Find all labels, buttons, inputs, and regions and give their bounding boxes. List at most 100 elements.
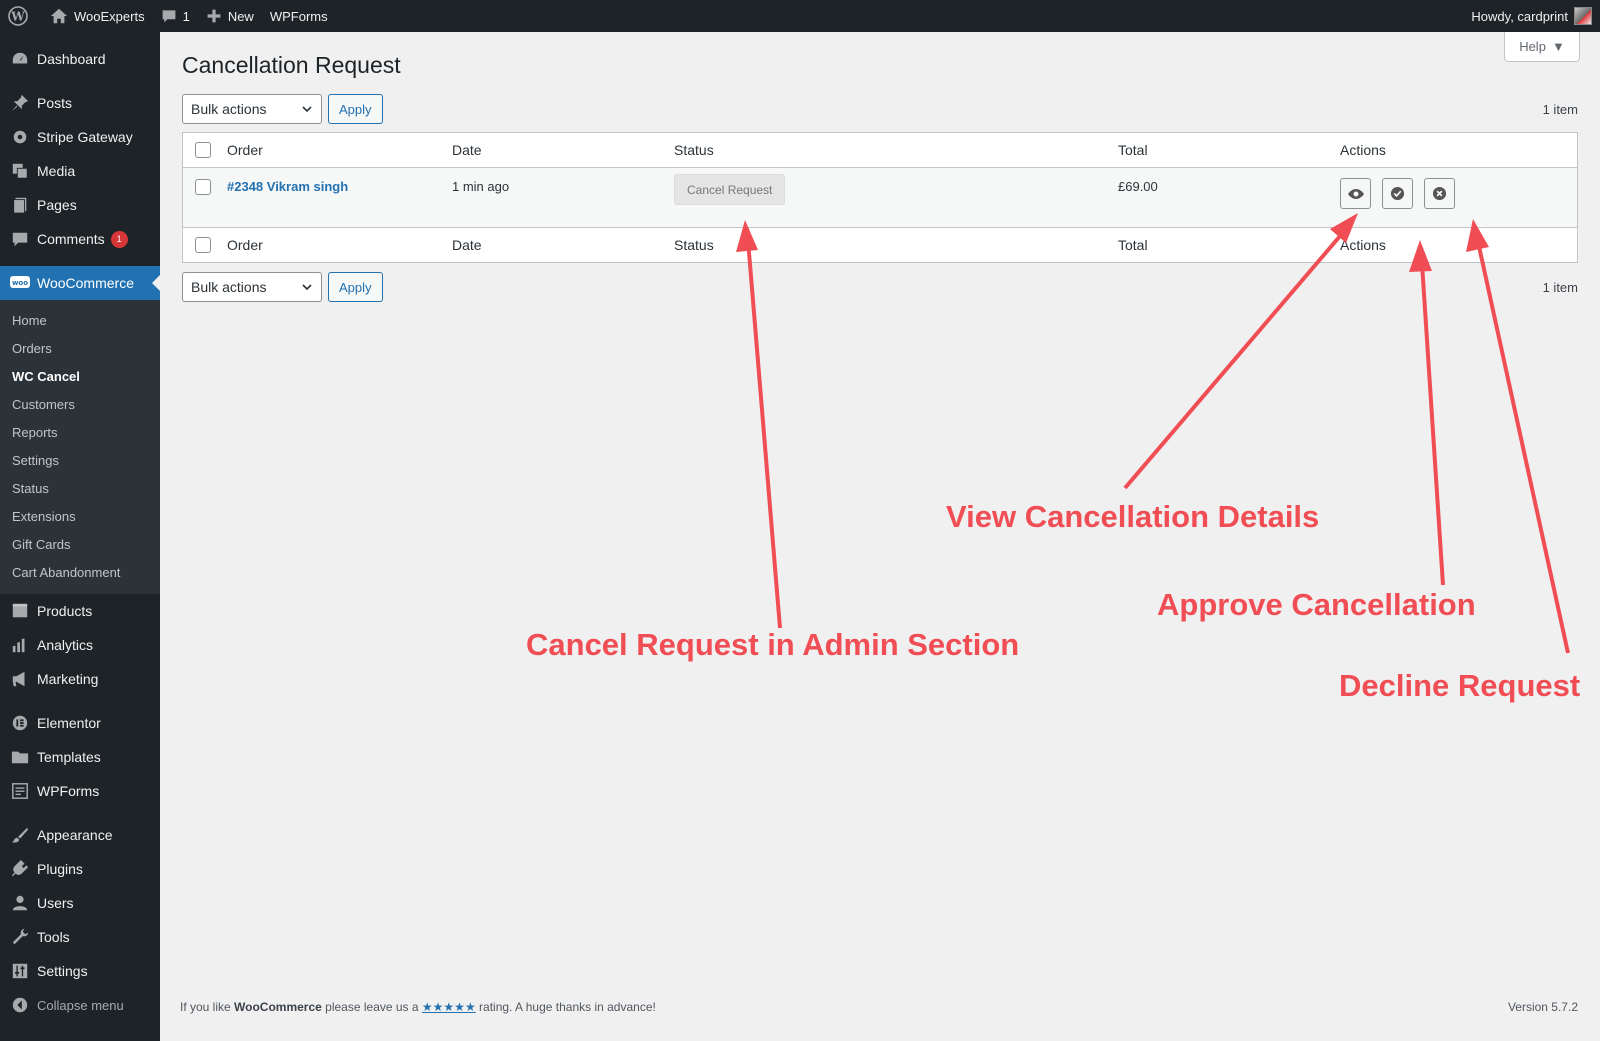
decline-button[interactable]	[1424, 178, 1455, 209]
comments-link[interactable]: 1	[153, 0, 198, 32]
wpforms-label: WPForms	[269, 8, 328, 24]
rating-stars-link[interactable]: ★★★★★	[422, 1000, 476, 1014]
howdy-text: Howdy, cardprint	[1471, 8, 1568, 24]
collapse-menu-button[interactable]: Collapse menu	[0, 988, 160, 1022]
sidebar-item-label: Templates	[37, 749, 101, 765]
submenu-item-reports[interactable]: Reports	[0, 419, 160, 447]
page-title: Cancellation Request	[182, 52, 401, 78]
sidebar-item-dashboard[interactable]: Dashboard	[0, 42, 160, 76]
submenu-item-extensions[interactable]: Extensions	[0, 503, 160, 531]
sidebar-item-products[interactable]: Products	[0, 594, 160, 628]
sidebar-item-label: Comments	[37, 231, 105, 247]
form-icon	[12, 783, 28, 799]
column-header-order: Order	[227, 142, 263, 158]
elementor-icon	[12, 715, 28, 731]
sidebar-item-settings[interactable]: Settings	[0, 954, 160, 988]
order-date: 1 min ago	[452, 179, 510, 194]
submenu-item-cart-abandonment[interactable]: Cart Abandonment	[0, 559, 160, 587]
user-icon	[12, 895, 28, 911]
wordpress-logo[interactable]: W	[0, 0, 42, 32]
eye-icon	[1347, 188, 1364, 199]
submenu-item-gift-cards[interactable]: Gift Cards	[0, 531, 160, 559]
submenu-item-home[interactable]: Home	[0, 307, 160, 335]
submenu-item-orders[interactable]: Orders	[0, 335, 160, 363]
view-details-button[interactable]	[1340, 178, 1371, 209]
help-tab-button[interactable]: Help ▼	[1504, 32, 1580, 62]
site-name: WooExperts	[74, 8, 145, 24]
sidebar-item-label: Appearance	[37, 827, 113, 843]
sidebar-item-label: Marketing	[37, 671, 99, 687]
pushpin-icon	[11, 94, 29, 112]
admin-sidebar: Dashboard Posts Stripe Gateway Media Pag…	[0, 32, 160, 1041]
megaphone-icon	[12, 671, 25, 687]
site-name-link[interactable]: WooExperts	[42, 0, 153, 32]
collapse-menu-label: Collapse menu	[37, 997, 124, 1013]
sidebar-item-tools[interactable]: Tools	[0, 920, 160, 954]
sidebar-item-label: Elementor	[37, 715, 101, 731]
comment-bubble-icon	[12, 232, 28, 247]
wpforms-link[interactable]: WPForms	[262, 0, 336, 32]
sidebar-item-marketing[interactable]: Marketing	[0, 662, 160, 696]
sidebar-item-wpforms[interactable]: WPForms	[0, 774, 160, 808]
bulk-actions-select-top[interactable]: Bulk actions	[182, 94, 322, 124]
submenu-item-settings[interactable]: Settings	[0, 447, 160, 475]
sidebar-item-woocommerce[interactable]: woo WooCommerce	[0, 266, 160, 300]
comments-count: 1	[182, 8, 190, 24]
sidebar-item-label: Analytics	[37, 637, 94, 653]
table-footer-row: Order Date Status Total Actions	[183, 227, 1577, 262]
table-header-row: Order Date Status Total Actions	[183, 133, 1577, 168]
sidebar-item-label: Media	[37, 163, 76, 179]
sidebar-item-media[interactable]: Media	[0, 154, 160, 188]
svg-text:woo: woo	[12, 279, 28, 287]
annotation-cancel-request: Cancel Request in Admin Section	[526, 627, 1020, 662]
bulk-actions-select-bottom[interactable]: Bulk actions	[182, 272, 322, 302]
woo-icon: woo	[10, 276, 30, 288]
footer-text-pre: If you like	[180, 1000, 235, 1014]
my-account[interactable]: Howdy, cardprint	[1471, 7, 1600, 25]
sidebar-item-templates[interactable]: Templates	[0, 740, 160, 774]
comments-badge: 1	[110, 230, 128, 248]
submenu-item-wc-cancel[interactable]: WC Cancel	[0, 363, 160, 391]
column-footer-total: Total	[1118, 237, 1148, 253]
sidebar-item-elementor[interactable]: Elementor	[0, 706, 160, 740]
sidebar-item-appearance[interactable]: Appearance	[0, 818, 160, 852]
avatar	[1574, 7, 1592, 25]
table-row: #2348 Vikram singh 1 min ago Cancel Requ…	[183, 168, 1577, 227]
column-header-status: Status	[674, 142, 714, 158]
footer-text-mid: please leave us a	[321, 1000, 422, 1014]
sidebar-item-label: Plugins	[37, 861, 83, 877]
sidebar-item-comments[interactable]: Comments 1	[0, 222, 160, 256]
select-all-checkbox-footer[interactable]	[195, 237, 211, 253]
new-content-link[interactable]: New	[198, 0, 262, 32]
column-footer-actions: Actions	[1340, 237, 1386, 253]
sidebar-item-posts[interactable]: Posts	[0, 86, 160, 120]
approve-button[interactable]	[1382, 178, 1413, 209]
triangle-down-icon: ▼	[1551, 39, 1565, 54]
sidebar-item-label: WooCommerce	[37, 275, 134, 291]
item-count-top: 1 item	[1542, 101, 1578, 117]
submenu-item-status[interactable]: Status	[0, 475, 160, 503]
apply-button-bottom[interactable]: Apply	[328, 272, 383, 302]
select-all-checkbox[interactable]	[195, 142, 211, 158]
column-header-total: Total	[1118, 142, 1148, 158]
sidebar-item-analytics[interactable]: Analytics	[0, 628, 160, 662]
submenu-item-customers[interactable]: Customers	[0, 391, 160, 419]
order-link[interactable]: #2348 Vikram singh	[227, 179, 348, 194]
order-total: £69.00	[1118, 179, 1158, 194]
apply-button-top[interactable]: Apply	[328, 94, 383, 124]
sidebar-item-pages[interactable]: Pages	[0, 188, 160, 222]
bulk-actions-value: Bulk actions	[191, 101, 267, 117]
plug-icon	[11, 860, 29, 877]
help-label: Help	[1519, 39, 1546, 54]
footer-text-post: rating. A huge thanks in advance!	[475, 1000, 656, 1014]
row-checkbox[interactable]	[195, 179, 211, 195]
sidebar-item-users[interactable]: Users	[0, 886, 160, 920]
annotation-approve: Approve Cancellation	[1157, 587, 1476, 622]
column-header-date: Date	[452, 142, 482, 158]
sidebar-item-stripe-gateway[interactable]: Stripe Gateway	[0, 120, 160, 154]
sidebar-item-plugins[interactable]: Plugins	[0, 852, 160, 886]
tablenav-bottom: Bulk actions Apply 1 item	[182, 271, 1578, 303]
woocommerce-submenu: Home Orders WC Cancel Customers Reports …	[0, 300, 160, 594]
sidebar-item-label: Posts	[37, 95, 73, 111]
home-icon	[50, 8, 68, 24]
